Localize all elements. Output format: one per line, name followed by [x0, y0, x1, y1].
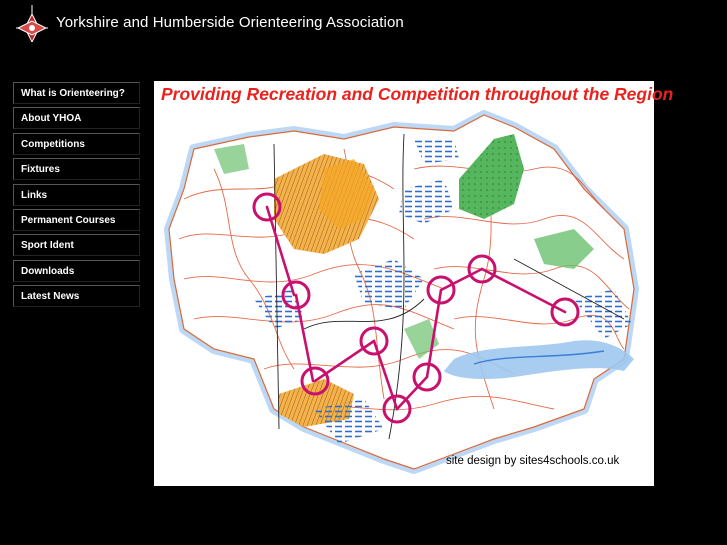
- nav-item-downloads[interactable]: Downloads: [13, 259, 140, 282]
- nav-item-links[interactable]: Links: [13, 183, 140, 206]
- nav-item-fixtures[interactable]: Fixtures: [13, 158, 140, 181]
- compass-rose-logo-icon[interactable]: [15, 4, 49, 42]
- nav-item-competitions[interactable]: Competitions: [13, 132, 140, 155]
- nav-item-permanent-courses[interactable]: Permanent Courses: [13, 208, 140, 231]
- site-credit[interactable]: site design by sites4schools.co.uk: [446, 455, 619, 467]
- nav-item-sport-ident[interactable]: Sport Ident: [13, 234, 140, 257]
- orienteering-map-image: [154, 109, 640, 486]
- site-title: Yorkshire and Humberside Orienteering As…: [56, 14, 404, 31]
- tagline-banner: Providing Recreation and Competition thr…: [154, 81, 673, 109]
- header-bar: Yorkshire and Humberside Orienteering As…: [0, 0, 727, 72]
- tagline-text: Providing Recreation and Competition thr…: [161, 84, 674, 104]
- nav-item-latest-news[interactable]: Latest News: [13, 285, 140, 308]
- main-nav: What is Orienteering? About YHOA Competi…: [13, 82, 140, 311]
- nav-item-what-is-orienteering[interactable]: What is Orienteering?: [13, 82, 140, 104]
- nav-item-about-yhoa[interactable]: About YHOA: [13, 107, 140, 130]
